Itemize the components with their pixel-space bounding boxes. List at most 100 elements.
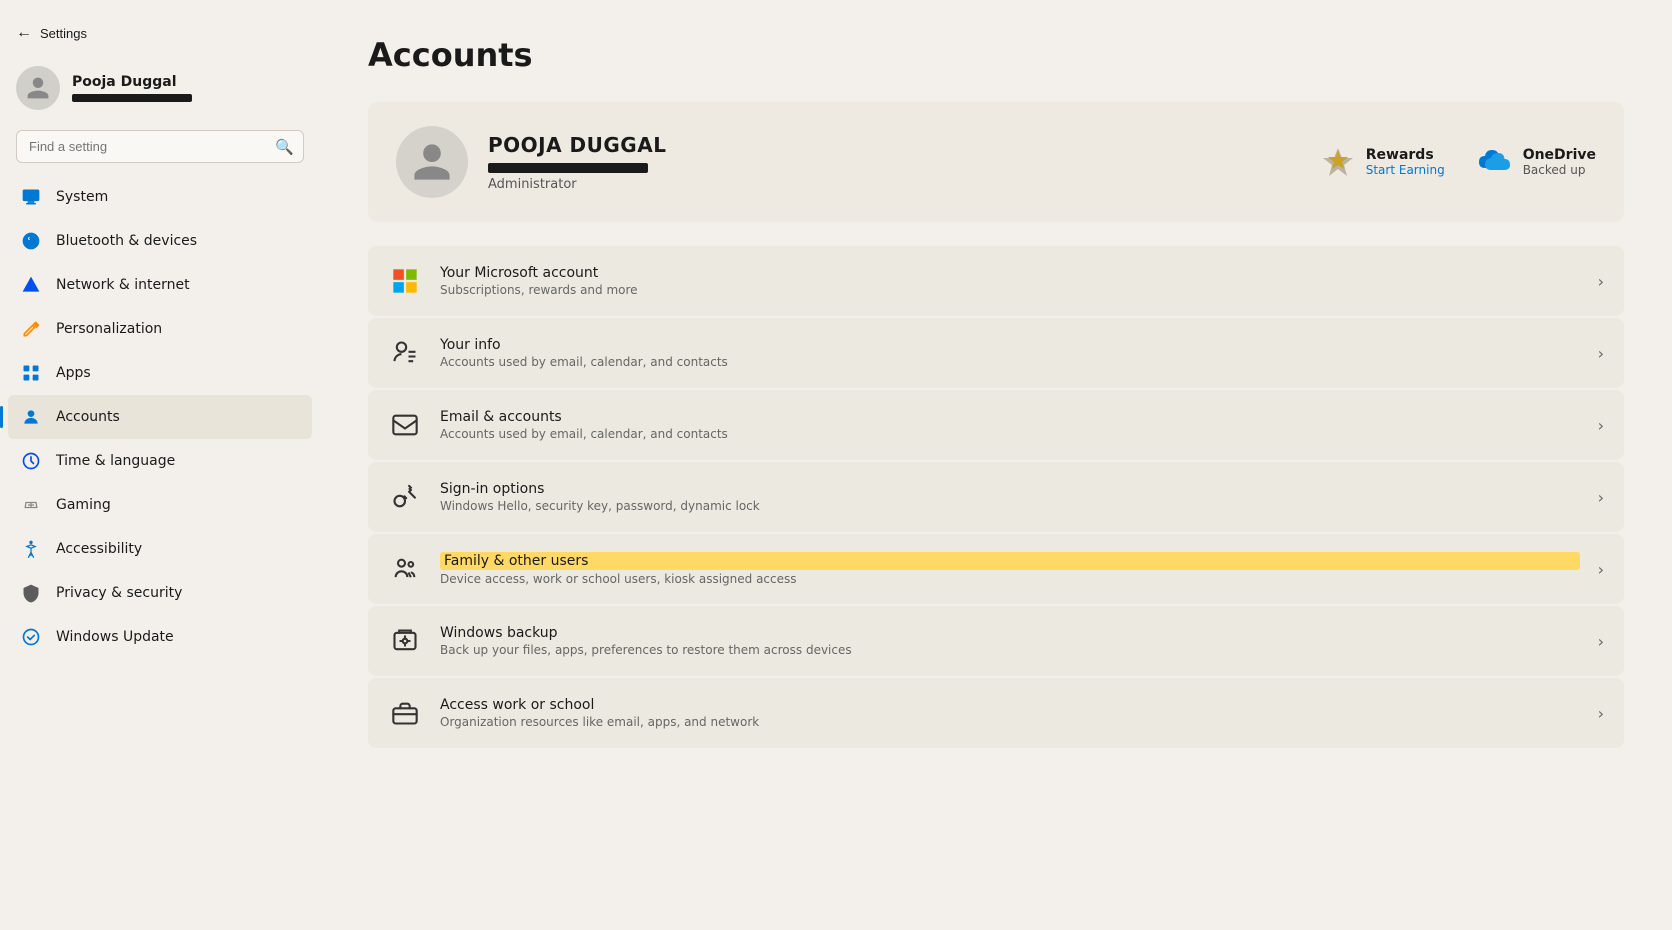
time-icon (20, 450, 42, 472)
settings-item-signin-text: Sign-in options Windows Hello, security … (440, 481, 1580, 513)
settings-item-family-desc: Device access, work or school users, kio… (440, 572, 1580, 586)
settings-item-work-title: Access work or school (440, 697, 1580, 713)
onedrive-title: OneDrive (1523, 147, 1596, 163)
rewards-title: Rewards (1366, 147, 1445, 163)
search-box: 🔍 (16, 130, 304, 163)
sidebar-item-time[interactable]: Time & language (8, 439, 312, 483)
settings-item-work[interactable]: Access work or school Organization resou… (368, 678, 1624, 748)
settings-item-backup[interactable]: Windows backup Back up your files, apps,… (368, 606, 1624, 676)
sidebar-item-accessibility[interactable]: Accessibility (8, 527, 312, 571)
chevron-icon-3: › (1598, 488, 1604, 507)
back-label: Settings (40, 26, 87, 41)
settings-item-your-info[interactable]: Your info Accounts used by email, calend… (368, 318, 1624, 388)
personalization-icon (20, 318, 42, 340)
sidebar-item-privacy-label: Privacy & security (56, 585, 182, 601)
chevron-icon-0: › (1598, 272, 1604, 291)
sidebar-item-system-label: System (56, 189, 108, 205)
settings-item-signin-title: Sign-in options (440, 481, 1580, 497)
sidebar-item-accessibility-label: Accessibility (56, 541, 142, 557)
sidebar-item-accounts-label: Accounts (56, 409, 120, 425)
user-profile: Pooja Duggal (16, 58, 304, 118)
settings-item-family[interactable]: Family & other users Device access, work… (368, 534, 1624, 604)
nav-list: System ʿ︎ Bluetooth & devices Network & … (0, 171, 320, 930)
key-icon (388, 480, 422, 514)
sidebar-item-update[interactable]: Windows Update (8, 615, 312, 659)
user-bar-small (72, 94, 192, 102)
settings-item-your-info-desc: Accounts used by email, calendar, and co… (440, 355, 1580, 369)
sidebar: ← Settings Pooja Duggal 🔍 System (0, 0, 320, 930)
sidebar-item-update-label: Windows Update (56, 629, 174, 645)
apps-icon (20, 362, 42, 384)
chevron-icon-6: › (1598, 704, 1604, 723)
settings-item-family-text: Family & other users Device access, work… (440, 552, 1580, 586)
settings-item-work-desc: Organization resources like email, apps,… (440, 715, 1580, 729)
settings-item-backup-desc: Back up your files, apps, preferences to… (440, 643, 1580, 657)
system-icon (20, 186, 42, 208)
sidebar-item-apps[interactable]: Apps (8, 351, 312, 395)
backup-icon (388, 624, 422, 658)
sidebar-item-network[interactable]: Network & internet (8, 263, 312, 307)
settings-item-family-title: Family & other users (440, 552, 1580, 570)
settings-item-email-title: Email & accounts (440, 409, 1580, 425)
sidebar-item-bluetooth[interactable]: ʿ︎ Bluetooth & devices (8, 219, 312, 263)
chevron-icon-5: › (1598, 632, 1604, 651)
onedrive-subtitle: Backed up (1523, 163, 1596, 177)
bluetooth-icon: ʿ︎ (20, 230, 42, 252)
settings-item-your-info-text: Your info Accounts used by email, calend… (440, 337, 1580, 369)
main-content: Accounts POOJA DUGGAL Administrator (320, 0, 1672, 930)
person-icon-small (25, 75, 51, 101)
chevron-icon-1: › (1598, 344, 1604, 363)
rewards-action[interactable]: Rewards Start Earning (1320, 144, 1445, 180)
sidebar-item-gaming-label: Gaming (56, 497, 111, 513)
accessibility-icon (20, 538, 42, 560)
settings-item-email-text: Email & accounts Accounts used by email,… (440, 409, 1580, 441)
your-info-icon (388, 336, 422, 370)
onedrive-text: OneDrive Backed up (1523, 147, 1596, 177)
chevron-icon-2: › (1598, 416, 1604, 435)
briefcase-icon (388, 696, 422, 730)
rewards-text: Rewards Start Earning (1366, 147, 1445, 177)
settings-item-email-desc: Accounts used by email, calendar, and co… (440, 427, 1580, 441)
settings-item-microsoft-account-text: Your Microsoft account Subscriptions, re… (440, 265, 1580, 297)
sidebar-item-system[interactable]: System (8, 175, 312, 219)
onedrive-icon (1477, 144, 1513, 180)
chevron-icon-4: › (1598, 560, 1604, 579)
search-input[interactable] (16, 130, 304, 163)
sidebar-item-network-label: Network & internet (56, 277, 190, 293)
settings-item-signin[interactable]: Sign-in options Windows Hello, security … (368, 462, 1624, 532)
settings-item-work-text: Access work or school Organization resou… (440, 697, 1580, 729)
user-name-small: Pooja Duggal (72, 74, 192, 90)
family-icon (388, 552, 422, 586)
settings-item-signin-desc: Windows Hello, security key, password, d… (440, 499, 1580, 513)
sidebar-item-privacy[interactable]: Privacy & security (8, 571, 312, 615)
onedrive-action[interactable]: OneDrive Backed up (1477, 144, 1596, 180)
sidebar-item-time-label: Time & language (56, 453, 175, 469)
settings-item-microsoft-account-title: Your Microsoft account (440, 265, 1580, 281)
settings-item-microsoft-account[interactable]: Your Microsoft account Subscriptions, re… (368, 246, 1624, 316)
back-button[interactable]: ← Settings (16, 20, 304, 46)
network-icon (20, 274, 42, 296)
accounts-icon (20, 406, 42, 428)
person-icon-large (410, 140, 454, 184)
user-card: POOJA DUGGAL Administrator Rewards Start… (368, 102, 1624, 222)
gaming-icon (20, 494, 42, 516)
privacy-icon (20, 582, 42, 604)
back-arrow-icon: ← (16, 24, 32, 42)
email-icon (388, 408, 422, 442)
sidebar-item-bluetooth-label: Bluetooth & devices (56, 233, 197, 249)
user-details: POOJA DUGGAL Administrator (488, 133, 1300, 192)
user-card-actions: Rewards Start Earning OneDrive Backed up (1320, 144, 1596, 180)
user-fullname: POOJA DUGGAL (488, 133, 1300, 157)
sidebar-item-accounts[interactable]: Accounts (8, 395, 312, 439)
rewards-icon (1320, 144, 1356, 180)
settings-item-your-info-title: Your info (440, 337, 1580, 353)
sidebar-item-personalization[interactable]: Personalization (8, 307, 312, 351)
settings-item-email[interactable]: Email & accounts Accounts used by email,… (368, 390, 1624, 460)
avatar-large (396, 126, 468, 198)
search-icon: 🔍 (275, 138, 294, 156)
settings-item-microsoft-account-desc: Subscriptions, rewards and more (440, 283, 1580, 297)
user-role: Administrator (488, 177, 1300, 192)
update-icon (20, 626, 42, 648)
settings-list: Your Microsoft account Subscriptions, re… (368, 246, 1624, 748)
sidebar-item-gaming[interactable]: Gaming (8, 483, 312, 527)
